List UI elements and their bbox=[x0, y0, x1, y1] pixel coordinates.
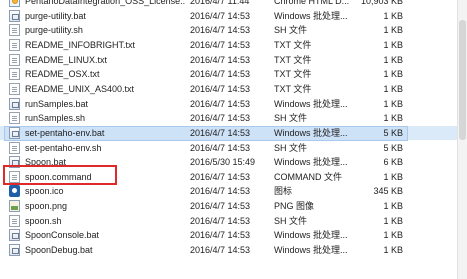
file-size: 1 KB bbox=[383, 10, 403, 21]
file-name: PentahoDataIntegration_OSS_License... bbox=[25, 0, 185, 6]
file-size: 1 KB bbox=[383, 54, 403, 65]
text-file-icon bbox=[9, 68, 20, 81]
file-date: 2016/4/7 11:44 bbox=[190, 0, 250, 6]
file-size: 345 KB bbox=[373, 186, 403, 197]
text-file-icon bbox=[9, 82, 20, 95]
file-name: purge-utility.sh bbox=[25, 25, 83, 36]
file-date: 2016/4/7 14:53 bbox=[190, 142, 251, 153]
file-row[interactable]: runSamples.sh 2016/4/7 14:53 SH 文件 1 KB bbox=[0, 111, 467, 125]
file-name: README_INFOBRIGHT.txt bbox=[25, 39, 136, 50]
file-date: 2016/4/7 14:53 bbox=[190, 25, 251, 36]
file-name: spoon.ico bbox=[25, 186, 64, 197]
file-size: 5 KB bbox=[383, 127, 403, 138]
file-row[interactable]: purge-utility.sh 2016/4/7 14:53 SH 文件 1 KB bbox=[0, 23, 467, 37]
file-name: spoon.sh bbox=[25, 215, 62, 226]
file-size: 1 KB bbox=[383, 201, 403, 212]
file-size: 1 KB bbox=[383, 215, 403, 226]
red-highlight-box bbox=[3, 165, 117, 185]
html-file-icon bbox=[9, 0, 20, 7]
file-date: 2016/4/7 14:53 bbox=[190, 10, 251, 21]
file-date: 2016/4/7 14:53 bbox=[190, 215, 251, 226]
file-row[interactable]: PentahoDataIntegration_OSS_License... 201… bbox=[0, 0, 467, 8]
file-row[interactable]: purge-utility.bat 2016/4/7 14:53 Windows 批… bbox=[0, 9, 467, 23]
file-size: 1 KB bbox=[383, 245, 403, 256]
file-name: set-pentaho-env.sh bbox=[25, 142, 102, 153]
file-row[interactable]: README_INFOBRIGHT.txt 2016/4/7 14:53 TXT 文… bbox=[0, 38, 467, 52]
file-row[interactable]: SpoonDebug.bat 2016/4/7 14:53 Windows 批处理.… bbox=[0, 243, 467, 257]
file-size: 1 KB bbox=[383, 171, 403, 182]
file-row[interactable]: spoon.sh 2016/4/7 14:53 SH 文件 1 KB bbox=[0, 214, 467, 228]
file-size: 10,903 KB bbox=[360, 0, 403, 6]
file-date: 2016/4/7 14:53 bbox=[190, 245, 251, 256]
image-file-icon bbox=[9, 200, 20, 213]
file-date: 2016/4/7 14:53 bbox=[190, 171, 251, 182]
file-date: 2016/4/7 14:53 bbox=[190, 39, 251, 50]
file-row[interactable]: SpoonConsole.bat 2016/4/7 14:53 Windows 批处… bbox=[0, 228, 467, 242]
file-name: README_OSX.txt bbox=[25, 69, 100, 80]
file-date: 2016/4/7 14:53 bbox=[190, 127, 251, 138]
spoon-icon bbox=[9, 185, 20, 198]
file-name: SpoonDebug.bat bbox=[25, 245, 93, 256]
text-file-icon bbox=[9, 53, 20, 66]
file-date: 2016/4/7 14:53 bbox=[190, 201, 251, 212]
vertical-scrollbar[interactable] bbox=[457, 0, 467, 279]
text-file-icon bbox=[9, 214, 20, 227]
text-file-icon bbox=[9, 24, 20, 37]
file-size: 1 KB bbox=[383, 83, 403, 94]
text-file-icon bbox=[9, 141, 20, 154]
file-size: 6 KB bbox=[383, 157, 403, 168]
file-row[interactable]: runSamples.bat 2016/4/7 14:53 Windows 批处理.… bbox=[0, 97, 467, 111]
file-name: README_UNIX_AS400.txt bbox=[25, 83, 135, 94]
file-row[interactable]: set-pentaho-env.sh 2016/4/7 14:53 SH 文件 5 K… bbox=[0, 141, 467, 155]
file-name: runSamples.bat bbox=[25, 98, 89, 109]
file-size: 1 KB bbox=[383, 230, 403, 241]
file-size: 1 KB bbox=[383, 25, 403, 36]
file-row[interactable]: README_OSX.txt 2016/4/7 14:53 TXT 文件 1 KB bbox=[0, 67, 467, 81]
batch-file-icon bbox=[9, 244, 20, 257]
file-name: purge-utility.bat bbox=[25, 10, 86, 21]
file-size: 1 KB bbox=[383, 98, 403, 109]
text-file-icon bbox=[9, 38, 20, 51]
file-date: 2016/4/7 14:53 bbox=[190, 113, 251, 124]
file-date: 2016/4/7 14:53 bbox=[190, 69, 251, 80]
batch-file-icon bbox=[9, 229, 20, 242]
file-name: runSamples.sh bbox=[25, 113, 86, 124]
scrollbar-thumb[interactable] bbox=[459, 20, 466, 140]
file-name: set-pentaho-env.bat bbox=[25, 127, 105, 138]
file-date: 2016/4/7 14:53 bbox=[190, 83, 251, 94]
file-row[interactable]: set-pentaho-env.bat 2016/4/7 14:53 Windows… bbox=[0, 125, 467, 141]
file-date: 2016/4/7 14:53 bbox=[190, 230, 251, 241]
file-row[interactable]: spoon.ico 2016/4/7 14:53 图标 345 KB bbox=[0, 184, 467, 198]
file-date: 2016/4/7 14:53 bbox=[190, 54, 251, 65]
file-name: README_LINUX.txt bbox=[25, 54, 108, 65]
file-size: 5 KB bbox=[383, 142, 403, 153]
file-size: 1 KB bbox=[383, 113, 403, 124]
batch-file-icon bbox=[9, 97, 20, 110]
batch-file-icon bbox=[9, 126, 20, 139]
file-date: 2016/4/7 14:53 bbox=[190, 98, 251, 109]
file-row[interactable]: README_UNIX_AS400.txt 2016/4/7 14:53 TXT 文… bbox=[0, 82, 467, 96]
batch-file-icon bbox=[9, 9, 20, 22]
file-name: spoon.png bbox=[25, 201, 68, 212]
file-size: 1 KB bbox=[383, 69, 403, 80]
file-name: SpoonConsole.bat bbox=[25, 230, 100, 241]
text-file-icon bbox=[9, 112, 20, 125]
file-date: 2016/4/7 14:53 bbox=[190, 186, 251, 197]
file-size: 1 KB bbox=[383, 39, 403, 50]
file-date: 2016/5/30 15:49 bbox=[190, 157, 256, 168]
file-row[interactable]: spoon.png 2016/4/7 14:53 PNG 图像 1 KB bbox=[0, 199, 467, 213]
file-row[interactable]: README_LINUX.txt 2016/4/7 14:53 TXT 文件 1 KB bbox=[0, 53, 467, 67]
